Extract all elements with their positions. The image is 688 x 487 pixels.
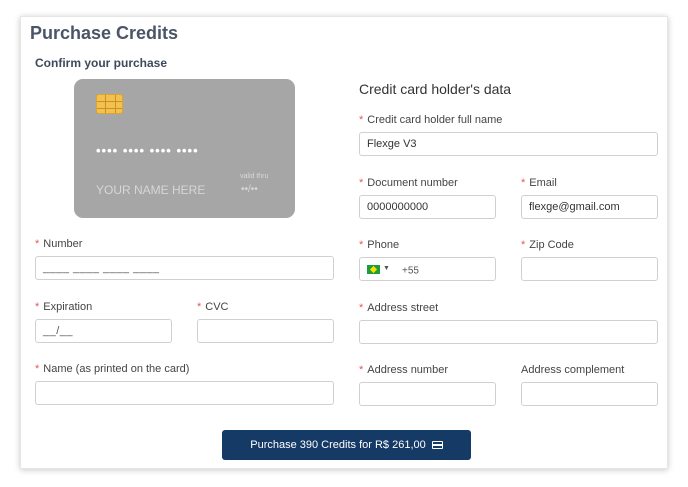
street-label: * Address street [359,302,439,314]
page-title: Purchase Credits [30,23,179,43]
card-name-label: * Name (as printed on the card) [35,363,190,375]
email-input[interactable]: flexge@gmail.com [521,195,658,219]
phone-input[interactable]: ▼ +55 [359,257,496,281]
brazil-flag-icon [367,264,380,274]
address-number-label: * Address number [359,364,448,376]
holder-section-title: Credit card holder's data [359,81,512,97]
card-name-input[interactable] [35,381,334,405]
document-label: * Document number [359,177,458,189]
card-number-preview: •••• •••• •••• •••• [96,143,199,158]
section-title: Confirm your purchase [35,56,168,70]
email-label: * Email [521,177,557,189]
purchase-button[interactable]: Purchase 390 Credits for R$ 261,00 [222,430,471,460]
dial-code: +55 [402,265,419,277]
phone-label: * Phone [359,239,400,251]
street-input[interactable] [359,320,658,344]
wallet-icon [431,441,443,449]
zip-input[interactable] [521,257,658,281]
zip-label: * Zip Code [521,239,574,251]
card-valid-value: ••/•• [241,184,258,195]
cvc-label: * CVC [197,301,229,313]
required-marker: * [35,238,40,250]
complement-label: Address complement [521,364,625,376]
card-valid-label: valid thru [240,173,269,180]
card-chip-icon [96,94,123,114]
credit-card-preview: •••• •••• •••• •••• YOUR NAME HERE valid… [74,79,295,218]
complement-input[interactable] [521,382,658,406]
card-number-input[interactable]: ____ ____ ____ ____ [35,256,334,280]
expiration-label: * Expiration [35,301,93,313]
country-select[interactable]: ▼ [367,258,399,280]
purchase-panel: Purchase Credits Confirm your purchase •… [20,16,668,469]
full-name-input[interactable]: Flexge V3 [359,132,658,156]
document-input[interactable]: 0000000000 [359,195,496,219]
card-name-preview: YOUR NAME HERE [96,183,206,197]
address-number-input[interactable] [359,382,496,406]
expiration-input[interactable]: __/__ [35,319,172,343]
chevron-down-icon: ▼ [383,265,390,272]
full-name-label: * Credit card holder full name [359,114,503,126]
cvc-input[interactable] [197,319,334,343]
number-label: * Number [35,238,83,250]
purchase-button-label: Purchase 390 Credits for R$ 261,00 [250,439,426,451]
